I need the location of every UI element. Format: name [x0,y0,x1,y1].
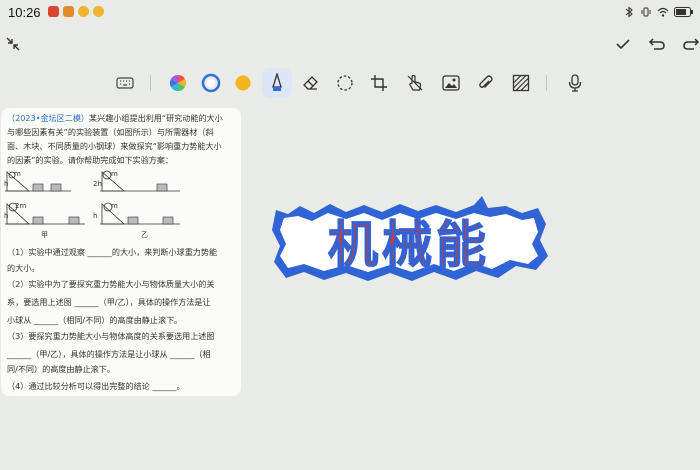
bluetooth-icon [625,6,633,18]
figure-mass-label: m [14,170,21,178]
status-bar: 10:26 [0,0,700,26]
vibrate-icon [641,7,651,17]
question-item: ______（甲/乙），具体的操作方法是让小球从 ______（相 [7,349,211,359]
figure-mass-label: 2m [15,202,27,210]
redo-icon[interactable] [678,31,700,57]
question-text: 某兴趣小组提出利用“研究动能的大小 [89,113,223,123]
notification-app-icon [93,6,104,17]
pen-color-blue-icon[interactable] [196,68,226,98]
battery-icon [674,7,693,17]
finger-draw-icon[interactable] [400,68,430,98]
keyboard-icon[interactable] [110,68,140,98]
attachment-icon[interactable] [470,68,500,98]
status-right-icons [623,6,694,18]
toolbar-divider [150,75,151,91]
microphone-icon[interactable] [560,68,590,98]
texture-icon[interactable] [506,68,536,98]
pen-icon[interactable] [262,68,292,98]
sticker-text: 机械能 [328,216,490,274]
status-time: 10:26 [8,5,41,20]
top-bar [0,26,700,62]
figure-height-label: 2h [93,180,102,188]
undo-icon[interactable] [644,31,670,57]
toolbar-divider [546,75,547,91]
figure-caption-yi: 乙 [141,231,148,239]
figure-mass-label: m [111,170,118,178]
status-app-icons [48,6,104,17]
notification-app-icon [48,6,59,17]
crop-icon[interactable] [364,68,394,98]
image-icon[interactable] [436,68,466,98]
drawing-toolbar [0,66,700,100]
question-item: （1）实验中通过观察 ______的大小，来判断小球重力势能 [7,247,218,257]
question-source-tag: （2023•金坛区二模） [7,113,90,123]
question-item: （3）要探究重力势能大小与物体高度的关系要选用上述图 [7,331,215,341]
check-icon[interactable] [610,31,636,57]
experiment-figure [5,170,180,225]
color-wheel-icon[interactable] [163,68,193,98]
lasso-icon[interactable] [330,68,360,98]
question-item: 小球从 ______（相同/不同）的高度由静止滚下。 [7,315,183,325]
question-line: 的因素”的实验。请你帮助完成如下实验方案： [7,155,174,165]
notification-app-icon [78,6,89,17]
wifi-icon [657,7,669,17]
figure-height-label: h [4,180,9,188]
figure-caption-jia: 甲 [41,231,48,239]
question-item: （2）实验中为了要探究重力势能大小与物体质量大小的关 [7,279,215,289]
question-item: 系，要选用上述图 ______（甲/乙），具体的操作方法是让 [7,297,211,307]
pen-color-yellow-icon[interactable] [228,68,258,98]
mechanical-energy-sticker[interactable]: 机械能 [270,196,550,286]
figure-height-label: h [4,212,9,220]
notification-app-icon [63,6,74,17]
question-item: 同/不同）的高度由静止滚下。 [7,364,115,374]
figure-height-label: h [93,212,98,220]
collapse-arrows-icon[interactable] [0,31,26,57]
figure-mass-label: m [111,202,118,210]
eraser-icon[interactable] [296,68,326,98]
question-card[interactable]: （2023•金坛区二模）某兴趣小组提出利用“研究动能的大小 与哪些因素有关”的实… [1,108,241,396]
question-item: （4）通过比较分析可以得出完整的结论 ______。 [7,381,185,391]
question-item: 的大小。 [7,263,40,273]
